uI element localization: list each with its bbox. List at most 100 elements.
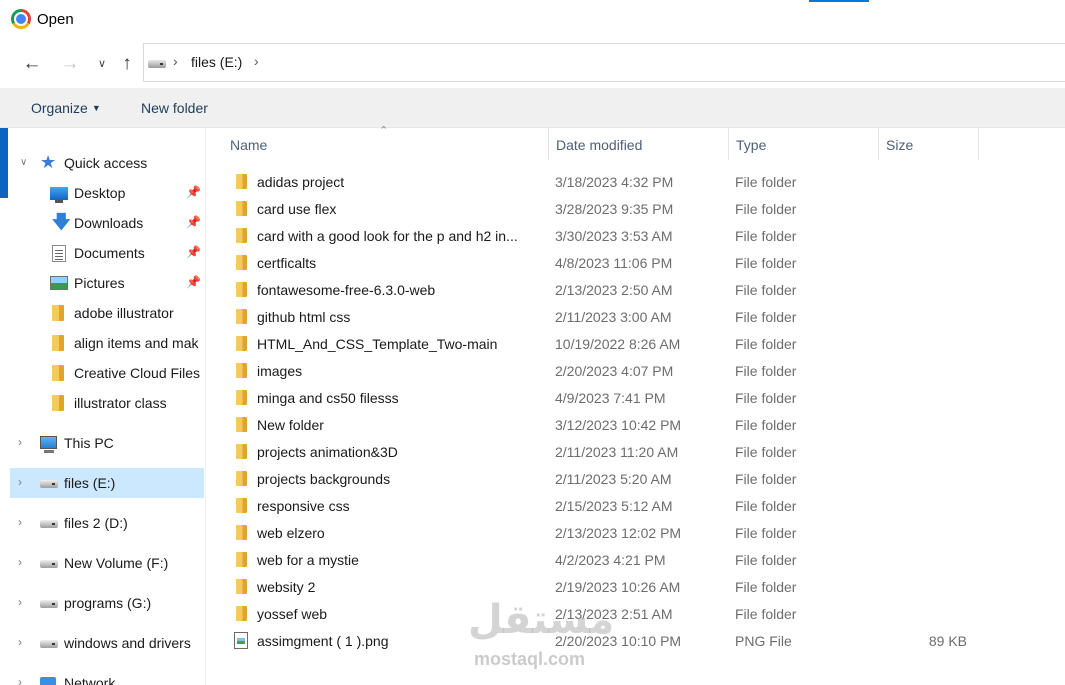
sidebar-item-network[interactable]: › Network bbox=[10, 668, 204, 685]
sidebar-item-desktop[interactable]: Desktop 📌 bbox=[10, 178, 204, 208]
arrow-left-icon[interactable]: ← bbox=[20, 52, 44, 76]
sidebar-item-programs-g[interactable]: › programs (G:) bbox=[10, 588, 204, 618]
folder-icon bbox=[236, 336, 247, 351]
sidebar-item-label: Downloads bbox=[74, 215, 144, 231]
table-row[interactable]: New folder 3/12/2023 10:42 PM File folde… bbox=[229, 412, 989, 439]
pin-icon[interactable]: 📌 bbox=[186, 245, 201, 259]
date-modified: 3/18/2023 4:32 PM bbox=[555, 174, 674, 190]
address-bar[interactable]: › files (E:) › bbox=[143, 43, 1065, 82]
drive-icon bbox=[40, 560, 58, 568]
organize-button[interactable]: Organize ▼ bbox=[31, 100, 101, 116]
column-header-name[interactable]: Name bbox=[207, 128, 549, 160]
table-row[interactable]: responsive css 2/15/2023 5:12 AM File fo… bbox=[229, 493, 989, 520]
file-name: web elzero bbox=[257, 525, 325, 541]
file-name: minga and cs50 filesss bbox=[257, 390, 399, 406]
pin-icon[interactable]: 📌 bbox=[186, 185, 201, 199]
folder-icon bbox=[236, 282, 247, 297]
computer-icon bbox=[40, 436, 57, 453]
pictures-icon bbox=[50, 276, 68, 290]
table-row[interactable]: images 2/20/2023 4:07 PM File folder bbox=[229, 358, 989, 385]
file-type: File folder bbox=[735, 471, 797, 487]
column-divider[interactable] bbox=[978, 128, 979, 160]
sidebar-item-label: Documents bbox=[74, 245, 145, 261]
folder-icon bbox=[236, 228, 247, 243]
sidebar-item-align-items[interactable]: align items and mak bbox=[10, 328, 204, 358]
file-name: web for a mystie bbox=[257, 552, 359, 568]
organize-label: Organize bbox=[31, 100, 88, 116]
sidebar-item-label: illustrator class bbox=[74, 395, 167, 411]
table-row[interactable]: certficalts 4/8/2023 11:06 PM File folde… bbox=[229, 250, 989, 277]
column-header-label: Date modified bbox=[556, 137, 643, 153]
file-type: File folder bbox=[735, 498, 797, 514]
new-folder-button[interactable]: New folder bbox=[141, 100, 208, 116]
table-row[interactable]: projects animation&3D 2/11/2023 11:20 AM… bbox=[229, 439, 989, 466]
sidebar-item-illustrator-class[interactable]: illustrator class bbox=[10, 388, 204, 418]
table-row[interactable]: HTML_And_CSS_Template_Two-main 10/19/202… bbox=[229, 331, 989, 358]
sidebar-item-new-volume-f[interactable]: › New Volume (F:) bbox=[10, 548, 204, 578]
file-name: adidas project bbox=[257, 174, 345, 190]
chevron-right-icon[interactable]: › bbox=[18, 555, 22, 569]
pin-icon[interactable]: 📌 bbox=[186, 215, 201, 229]
chrome-icon bbox=[11, 9, 31, 29]
date-modified: 3/30/2023 3:53 AM bbox=[555, 228, 673, 244]
column-header-date-modified[interactable]: Date modified bbox=[549, 128, 729, 160]
sidebar-item-label: align items and mak bbox=[74, 335, 199, 351]
folder-icon bbox=[236, 498, 247, 513]
png-file-icon bbox=[234, 632, 248, 649]
date-modified: 4/2/2023 4:21 PM bbox=[555, 552, 666, 568]
sidebar-item-files-e[interactable]: › files (E:) bbox=[10, 468, 204, 498]
column-header-type[interactable]: Type bbox=[729, 128, 879, 160]
file-type: File folder bbox=[735, 336, 797, 352]
folder-icon bbox=[236, 552, 247, 567]
folder-icon bbox=[52, 365, 64, 381]
table-row[interactable]: assimgment ( 1 ).png 2/20/2023 10:10 PM … bbox=[229, 628, 989, 655]
arrow-right-icon[interactable]: → bbox=[58, 52, 82, 76]
chevron-right-icon[interactable]: › bbox=[173, 53, 178, 69]
table-row[interactable]: websity 2 2/19/2023 10:26 AM File folder bbox=[229, 574, 989, 601]
file-type: File folder bbox=[735, 363, 797, 379]
table-row[interactable]: adidas project 3/18/2023 4:32 PM File fo… bbox=[229, 169, 989, 196]
date-modified: 4/9/2023 7:41 PM bbox=[555, 390, 666, 406]
chevron-right-icon[interactable]: › bbox=[18, 515, 22, 529]
chevron-right-icon[interactable]: › bbox=[18, 435, 22, 449]
sidebar-item-quick-access[interactable]: ∨ ★ Quick access bbox=[10, 148, 204, 178]
sidebar-item-adobe-illustrator[interactable]: adobe illustrator bbox=[10, 298, 204, 328]
chevron-right-icon[interactable]: › bbox=[18, 635, 22, 649]
table-row[interactable]: yossef web 2/13/2023 2:51 AM File folder bbox=[229, 601, 989, 628]
arrow-up-icon[interactable]: ↑ bbox=[115, 52, 139, 76]
table-row[interactable]: fontawesome-free-6.3.0-web 2/13/2023 2:5… bbox=[229, 277, 989, 304]
sidebar-item-downloads[interactable]: 🡇 Downloads 📌 bbox=[10, 208, 204, 238]
chevron-down-icon[interactable]: ∨ bbox=[20, 157, 27, 168]
chevron-right-icon[interactable]: › bbox=[18, 675, 22, 685]
sidebar-item-windows-and-drivers[interactable]: › windows and drivers bbox=[10, 628, 204, 658]
folder-icon bbox=[236, 255, 247, 270]
sidebar-item-documents[interactable]: Documents 📌 bbox=[10, 238, 204, 268]
sidebar-item-this-pc[interactable]: › This PC bbox=[10, 428, 204, 458]
address-segment[interactable]: files (E:) bbox=[191, 54, 242, 70]
drive-icon bbox=[148, 60, 166, 68]
sidebar-item-label: files (E:) bbox=[64, 475, 116, 491]
chevron-down-icon[interactable]: ∨ bbox=[90, 52, 114, 76]
sidebar-item-creative-cloud[interactable]: Creative Cloud Files bbox=[10, 358, 204, 388]
date-modified: 3/28/2023 9:35 PM bbox=[555, 201, 674, 217]
table-row[interactable]: web elzero 2/13/2023 12:02 PM File folde… bbox=[229, 520, 989, 547]
table-row[interactable]: card use flex 3/28/2023 9:35 PM File fol… bbox=[229, 196, 989, 223]
date-modified: 2/11/2023 5:20 AM bbox=[555, 471, 672, 487]
folder-icon bbox=[236, 363, 247, 378]
chevron-right-icon[interactable]: › bbox=[254, 53, 259, 69]
table-row[interactable]: web for a mystie 4/2/2023 4:21 PM File f… bbox=[229, 547, 989, 574]
sidebar-item-label: Network bbox=[64, 675, 116, 685]
sidebar-item-label: programs (G:) bbox=[64, 595, 152, 611]
date-modified: 2/13/2023 12:02 PM bbox=[555, 525, 682, 541]
table-row[interactable]: projects backgrounds 2/11/2023 5:20 AM F… bbox=[229, 466, 989, 493]
chevron-right-icon[interactable]: › bbox=[18, 475, 22, 489]
sidebar-item-pictures[interactable]: Pictures 📌 bbox=[10, 268, 204, 298]
sidebar-item-files-2-d[interactable]: › files 2 (D:) bbox=[10, 508, 204, 538]
chevron-right-icon[interactable]: › bbox=[18, 595, 22, 609]
table-row[interactable]: card with a good look for the p and h2 i… bbox=[229, 223, 989, 250]
table-row[interactable]: github html css 2/11/2023 3:00 AM File f… bbox=[229, 304, 989, 331]
sidebar-item-label: adobe illustrator bbox=[74, 305, 174, 321]
table-row[interactable]: minga and cs50 filesss 4/9/2023 7:41 PM … bbox=[229, 385, 989, 412]
pin-icon[interactable]: 📌 bbox=[186, 275, 201, 289]
column-header-size[interactable]: Size bbox=[879, 128, 979, 160]
